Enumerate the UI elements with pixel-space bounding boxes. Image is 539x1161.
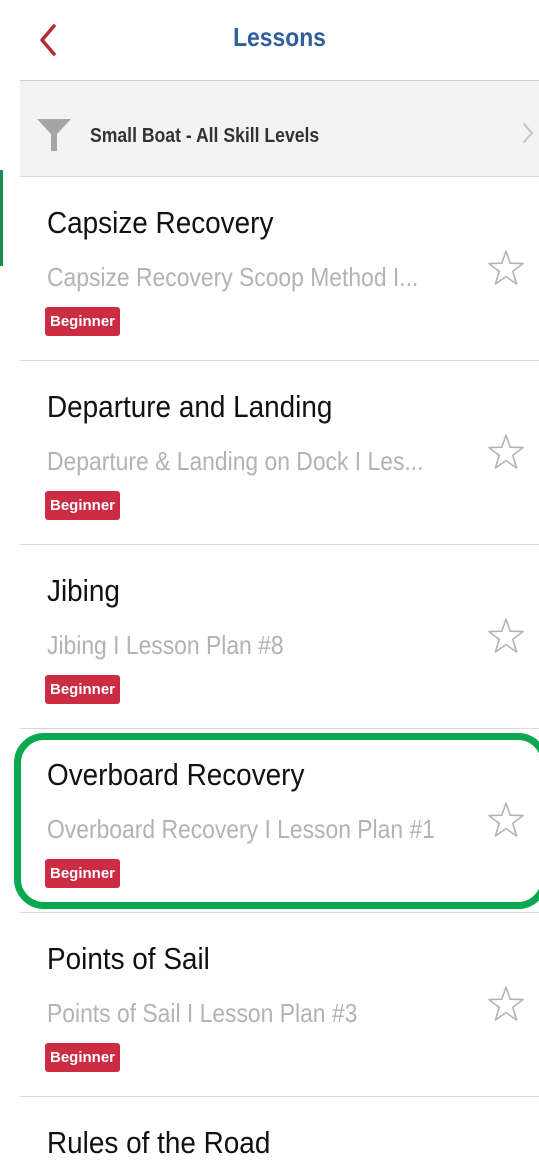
lesson-row-capsize-recovery[interactable]: Capsize Recovery Capsize Recovery Scoop … xyxy=(20,177,539,361)
lesson-subtitle: Departure & Landing on Dock I Les... xyxy=(47,446,424,476)
lesson-list: Capsize Recovery Capsize Recovery Scoop … xyxy=(20,177,539,1097)
side-marker xyxy=(0,170,3,266)
level-badge: Beginner xyxy=(45,859,121,888)
chevron-right-icon xyxy=(523,123,533,143)
level-badge: Beginner xyxy=(45,307,121,336)
star-icon[interactable] xyxy=(487,617,525,655)
star-icon[interactable] xyxy=(487,985,525,1023)
funnel-icon xyxy=(37,119,71,151)
level-badge: Beginner xyxy=(45,675,121,704)
lesson-title: Departure and Landing xyxy=(47,389,333,424)
lesson-title: Capsize Recovery xyxy=(47,205,274,240)
lesson-title: Overboard Recovery xyxy=(47,757,305,792)
lesson-row-jibing[interactable]: Jibing Jibing I Lesson Plan #8 Beginner xyxy=(20,545,539,729)
level-badge: Beginner xyxy=(45,491,121,520)
navigation-bar: Lessons xyxy=(20,0,539,81)
lesson-title: Points of Sail xyxy=(47,941,210,976)
star-icon[interactable] xyxy=(487,433,525,471)
lesson-row-departure-and-landing[interactable]: Departure and Landing Departure & Landin… xyxy=(20,361,539,545)
lesson-subtitle: Points of Sail I Lesson Plan #3 xyxy=(47,998,358,1028)
lesson-row-rules-of-the-road-title[interactable]: Rules of the Road xyxy=(47,1125,270,1161)
filter-bar[interactable]: Small Boat - All Skill Levels xyxy=(20,81,539,177)
level-badge: Beginner xyxy=(45,1043,121,1072)
lesson-subtitle: Overboard Recovery I Lesson Plan #1 xyxy=(47,814,435,844)
page-title: Lessons xyxy=(233,22,326,52)
lesson-subtitle: Jibing I Lesson Plan #8 xyxy=(47,630,284,660)
lesson-row-points-of-sail[interactable]: Points of Sail Points of Sail I Lesson P… xyxy=(20,913,539,1097)
lesson-subtitle: Capsize Recovery Scoop Method I... xyxy=(47,262,419,292)
filter-label: Small Boat - All Skill Levels xyxy=(90,125,320,147)
star-icon[interactable] xyxy=(487,249,525,287)
lesson-title: Jibing xyxy=(47,573,120,608)
star-icon[interactable] xyxy=(487,801,525,839)
lesson-row-overboard-recovery[interactable]: Overboard Recovery Overboard Recovery I … xyxy=(20,729,539,913)
